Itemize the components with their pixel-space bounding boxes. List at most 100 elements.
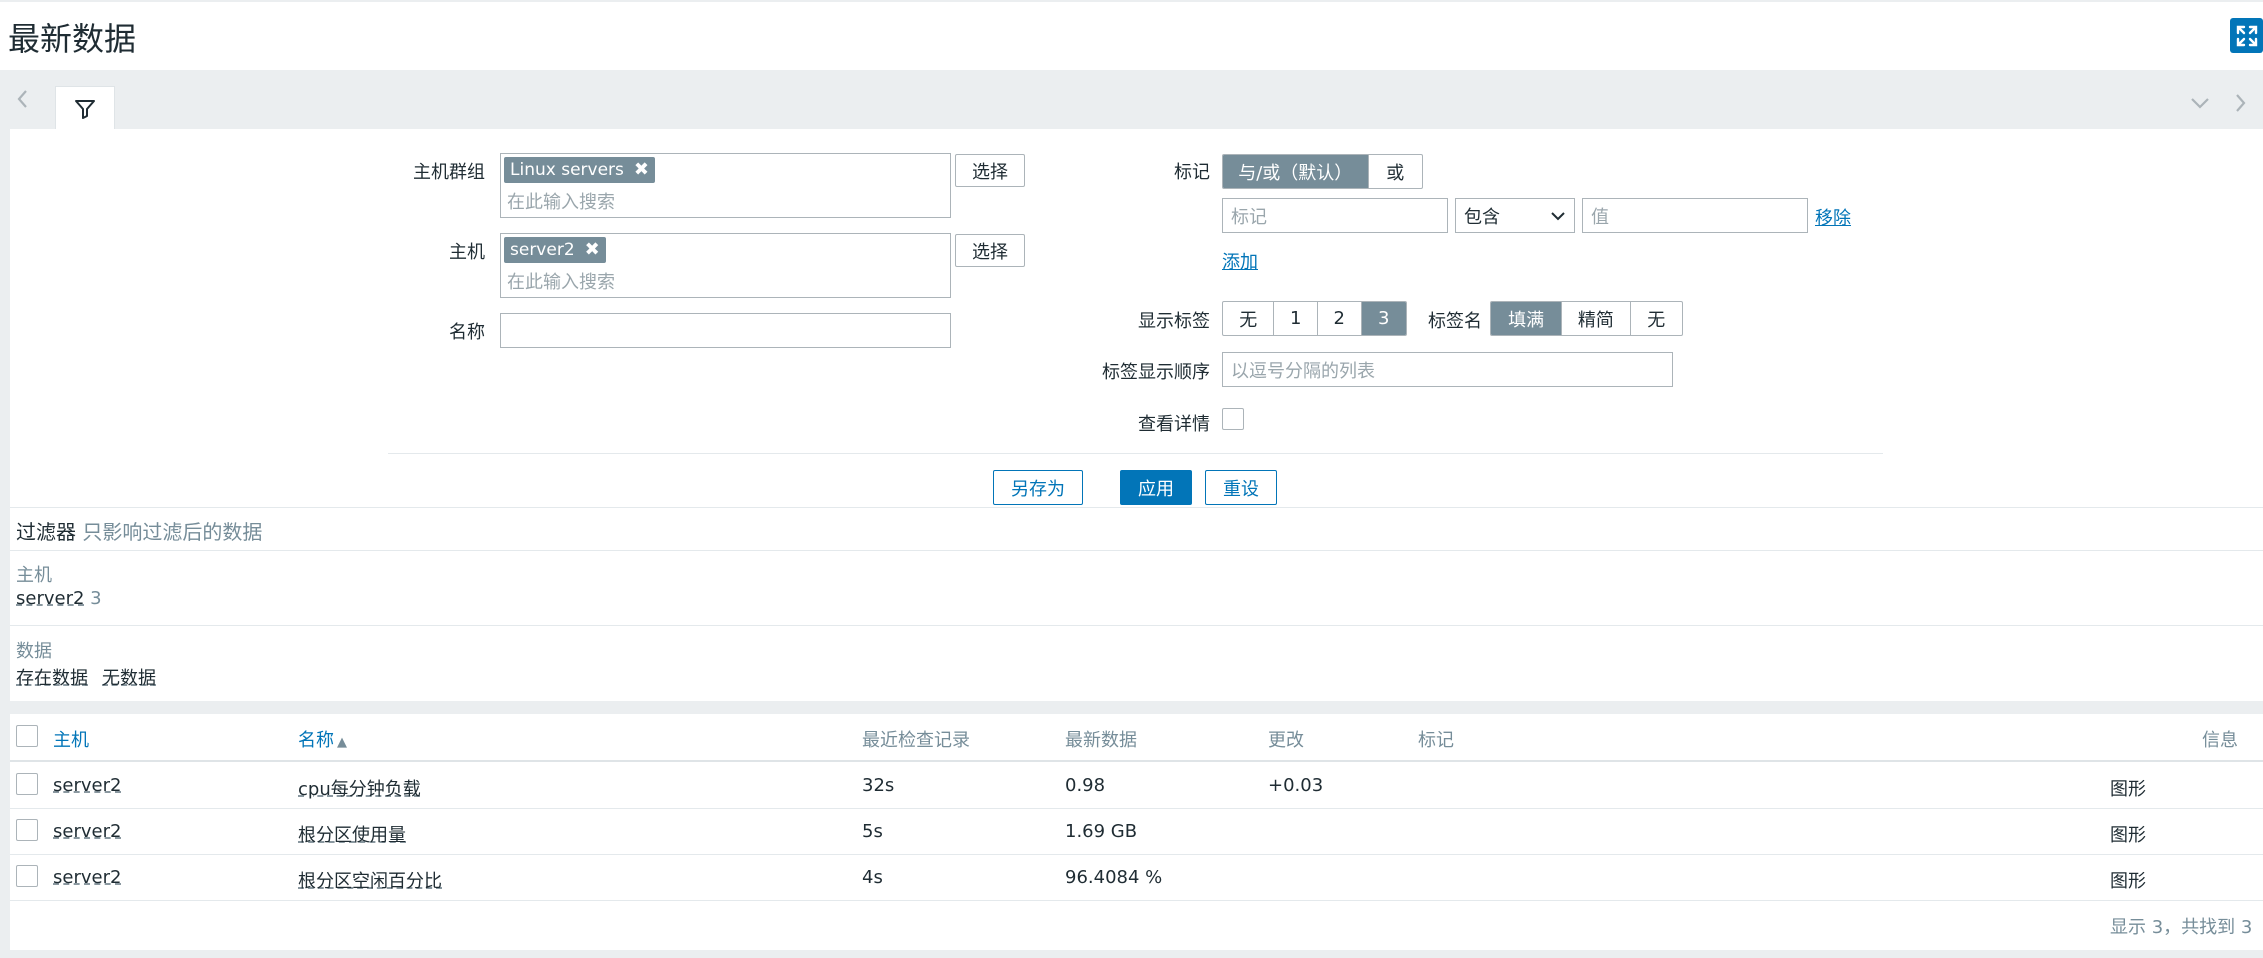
- row-graph-link[interactable]: 图形: [2110, 821, 2146, 847]
- host-multiselect[interactable]: server2 ✖ 在此输入搜索: [500, 233, 951, 298]
- host-group-select-button[interactable]: 选择: [955, 154, 1025, 187]
- row-divider: [10, 854, 2263, 855]
- show-tags-2[interactable]: 2: [1318, 302, 1362, 335]
- fullscreen-button[interactable]: [2230, 18, 2263, 53]
- row-last-check: 32s: [862, 775, 895, 796]
- host-group-search-input[interactable]: 在此输入搜索: [507, 188, 615, 214]
- row-host-link[interactable]: server2: [53, 867, 121, 888]
- tag-name-input[interactable]: 标记: [1222, 198, 1448, 233]
- tag-name-full[interactable]: 填满: [1491, 302, 1563, 335]
- show-details-checkbox[interactable]: [1222, 408, 1244, 430]
- host-chip-label: server2: [510, 240, 575, 260]
- show-tags-1[interactable]: 1: [1274, 302, 1318, 335]
- column-header-last-check: 最近检查记录: [862, 730, 970, 751]
- row-name-link[interactable]: cpu每分钟负载: [298, 775, 421, 801]
- name-input[interactable]: [500, 313, 951, 348]
- subfilter-title: 过滤器: [16, 520, 76, 544]
- tag-name-short[interactable]: 精简: [1562, 302, 1631, 335]
- apply-button[interactable]: 应用: [1120, 470, 1192, 505]
- subfilter-host-link[interactable]: server2: [16, 588, 84, 609]
- column-header-tags: 标记: [1418, 730, 1454, 751]
- show-tags-toggle[interactable]: 无 1 2 3: [1222, 301, 1407, 336]
- subfilter-without-data-link[interactable]: 无数据: [102, 664, 156, 690]
- row-last-check: 5s: [862, 821, 883, 842]
- table-footer-count: 显示 3，共找到 3: [2110, 917, 2253, 938]
- remove-icon[interactable]: ✖: [634, 157, 649, 183]
- row-change: +0.03: [1268, 775, 1324, 796]
- fullscreen-icon: [2236, 25, 2257, 46]
- chevron-left-icon[interactable]: [15, 88, 29, 116]
- tag-order-placeholder: 以逗号分隔的列表: [1231, 360, 1375, 382]
- row-host-link[interactable]: server2: [53, 775, 121, 796]
- tag-mode-toggle[interactable]: 与/或（默认） 或: [1222, 154, 1423, 189]
- column-header-info: 信息: [2202, 730, 2238, 751]
- show-tags-none[interactable]: 无: [1223, 302, 1275, 335]
- host-group-chip: Linux servers ✖: [504, 157, 655, 183]
- tag-operator-value: 包含: [1464, 206, 1500, 228]
- row-divider: [10, 808, 2263, 809]
- filter-icon: [75, 99, 95, 119]
- subfilter-divider-1: [10, 550, 2263, 551]
- tag-name-format-toggle[interactable]: 填满 精简 无: [1490, 301, 1683, 336]
- tag-name-placeholder: 标记: [1231, 206, 1267, 228]
- filter-divider: [388, 453, 1883, 454]
- host-group-chip-label: Linux servers: [510, 160, 624, 180]
- show-tags-label: 显示标签: [1138, 311, 1210, 332]
- tag-order-input[interactable]: 以逗号分隔的列表: [1222, 352, 1673, 387]
- tag-name-format-label: 标签名: [1428, 311, 1482, 332]
- tag-value-input[interactable]: 值: [1582, 198, 1808, 233]
- column-header-change: 更改: [1268, 730, 1304, 751]
- table-header-divider: [10, 760, 2263, 762]
- row-graph-link[interactable]: 图形: [2110, 775, 2146, 801]
- sort-asc-icon: ▲: [337, 735, 347, 750]
- remove-icon[interactable]: ✖: [585, 237, 600, 263]
- row-last-value: 96.4084 %: [1065, 867, 1163, 888]
- subfilter-hint: 只影响过滤后的数据: [82, 520, 263, 544]
- column-header-last-value: 最新数据: [1065, 730, 1137, 751]
- tag-remove-link[interactable]: 移除: [1815, 204, 1851, 230]
- show-tags-3[interactable]: 3: [1361, 302, 1406, 335]
- reset-button[interactable]: 重设: [1205, 470, 1277, 505]
- column-header-host[interactable]: 主机: [53, 726, 89, 752]
- tab-filter[interactable]: [55, 86, 115, 130]
- tags-label: 标记: [1174, 162, 1210, 183]
- tag-order-label: 标签显示顺序: [1102, 362, 1210, 383]
- host-search-input[interactable]: 在此输入搜索: [507, 268, 615, 294]
- subfilter-with-data-link[interactable]: 存在数据: [16, 664, 88, 690]
- show-details-label: 查看详情: [1138, 414, 1210, 435]
- tag-value-placeholder: 值: [1591, 206, 1609, 228]
- chevron-down-icon[interactable]: [2189, 94, 2211, 115]
- subfilter-divider-2: [10, 625, 2263, 626]
- host-select-button[interactable]: 选择: [955, 234, 1025, 267]
- row-divider: [10, 900, 2263, 901]
- row-checkbox[interactable]: [16, 819, 38, 841]
- subfilter-host-heading: 主机: [16, 565, 52, 586]
- row-graph-link[interactable]: 图形: [2110, 867, 2146, 893]
- save-as-button[interactable]: 另存为: [993, 470, 1083, 505]
- dropdown-arrow-icon: [1551, 211, 1565, 220]
- row-last-value: 1.69 GB: [1065, 821, 1138, 842]
- chevron-right-icon[interactable]: [2234, 92, 2248, 119]
- subfilter-host-item[interactable]: server2 3: [16, 588, 102, 609]
- host-group-multiselect[interactable]: Linux servers ✖ 在此输入搜索: [500, 153, 951, 218]
- row-host-link[interactable]: server2: [53, 821, 121, 842]
- row-checkbox[interactable]: [16, 773, 38, 795]
- column-header-name[interactable]: 名称 ▲: [298, 726, 347, 752]
- row-checkbox[interactable]: [16, 865, 38, 887]
- host-chip: server2 ✖: [504, 237, 606, 263]
- tag-add-link[interactable]: 添加: [1222, 248, 1258, 274]
- page-title: 最新数据: [8, 20, 137, 58]
- host-label: 主机: [449, 242, 485, 263]
- tag-mode-and-or[interactable]: 与/或（默认）: [1223, 155, 1369, 188]
- row-name-link[interactable]: 根分区使用量: [298, 821, 406, 847]
- filter-tabbar: [0, 70, 2263, 130]
- select-all-checkbox[interactable]: [16, 725, 38, 747]
- subfilter-data-heading: 数据: [16, 641, 52, 662]
- row-name-link[interactable]: 根分区空闲百分比: [298, 867, 442, 893]
- subfilter-panel: [10, 507, 2263, 701]
- tag-mode-or[interactable]: 或: [1369, 155, 1422, 188]
- page-header: [0, 0, 2263, 70]
- subfilter-host-count: 3: [90, 588, 102, 609]
- tag-operator-select[interactable]: 包含: [1455, 198, 1575, 233]
- tag-name-none[interactable]: 无: [1631, 302, 1682, 335]
